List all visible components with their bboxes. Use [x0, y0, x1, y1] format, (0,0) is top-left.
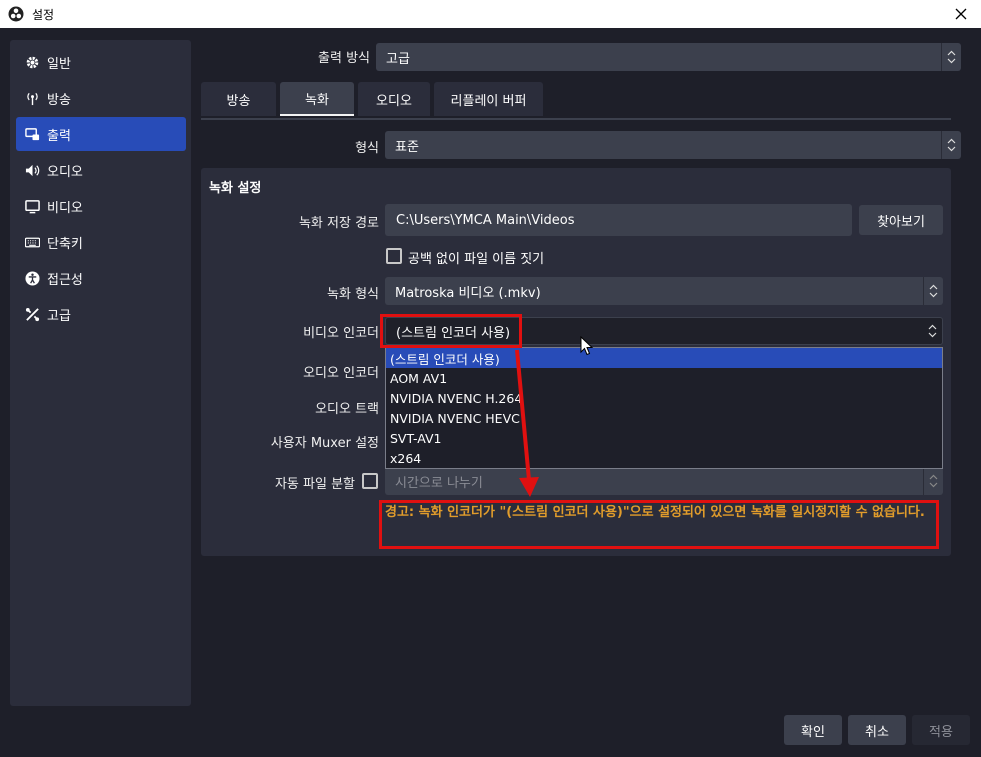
recording-format-combo[interactable]: Matroska 비디오 (.mkv) [385, 277, 943, 305]
tab-divider [201, 118, 951, 120]
updown-arrows-icon [922, 318, 942, 344]
window-title: 설정 [32, 7, 55, 22]
recording-path-input[interactable]: C:\Users\YMCA Main\Videos [385, 204, 852, 236]
title-bar: 설정 [0, 0, 981, 28]
sidebar-item-label: 접근성 [47, 272, 83, 288]
monitor-icon [25, 199, 40, 213]
mouse-cursor-icon [580, 336, 594, 356]
auto-split-checkbox[interactable] [362, 473, 378, 489]
updown-arrows-icon [941, 43, 961, 71]
sidebar-item-label: 오디오 [47, 164, 83, 180]
sidebar-item-accessibility[interactable]: 접근성 [16, 261, 186, 295]
ok-button[interactable]: 확인 [784, 715, 842, 745]
sidebar-item-video[interactable]: 비디오 [16, 189, 186, 223]
sidebar-item-general[interactable]: 일반 [16, 45, 186, 79]
keyboard-icon [25, 237, 40, 247]
close-icon[interactable] [951, 4, 971, 24]
updown-arrows-icon [923, 277, 943, 305]
output-icon [25, 127, 40, 140]
dropdown-option[interactable]: SVT-AV1 [386, 428, 942, 448]
sidebar-item-label: 고급 [47, 308, 71, 324]
type-label: 형식 [355, 141, 379, 156]
sidebar-item-hotkeys[interactable]: 단축키 [16, 225, 186, 259]
tab-stream[interactable]: 방송 [201, 82, 276, 116]
output-mode-combo[interactable]: 고급 [376, 43, 961, 71]
audio-track-label: 오디오 트랙 [315, 402, 379, 417]
type-value: 표준 [395, 139, 419, 155]
tab-recording[interactable]: 녹화 [280, 82, 354, 116]
dropdown-option[interactable]: AOM AV1 [386, 368, 942, 388]
sidebar-item-label: 출력 [47, 128, 71, 144]
auto-split-label: 자동 파일 분할 [274, 477, 355, 492]
dropdown-option[interactable]: NVIDIA NVENC HEVC [386, 408, 942, 428]
video-encoder-label: 비디오 인코더 [303, 326, 379, 341]
custom-muxer-label: 사용자 Muxer 설정 [270, 436, 379, 451]
dropdown-option[interactable]: x264 [386, 448, 942, 468]
sidebar-item-stream[interactable]: 방송 [16, 81, 186, 115]
sidebar-item-audio[interactable]: 오디오 [16, 153, 186, 187]
output-tabs: 방송 녹화 오디오 리플레이 버퍼 [201, 82, 547, 116]
updown-arrows-icon [923, 467, 943, 495]
tab-audio[interactable]: 오디오 [358, 82, 430, 116]
output-mode-value: 고급 [386, 51, 410, 67]
cancel-button[interactable]: 취소 [848, 715, 906, 745]
gear-icon [26, 56, 39, 68]
recording-format-label: 녹화 형식 [327, 287, 379, 302]
sidebar-item-label: 비디오 [47, 200, 83, 216]
browse-button[interactable]: 찾아보기 [859, 205, 943, 235]
settings-sidebar: 일반 방송 출력 오디오 비디오 단축키 접근성 고급 [10, 40, 191, 706]
sidebar-item-label: 방송 [47, 92, 71, 108]
dropdown-option[interactable]: (스트림 인코더 사용) [386, 348, 942, 368]
annotation-box-encoder [380, 314, 522, 348]
video-encoder-dropdown: (스트림 인코더 사용) AOM AV1 NVIDIA NVENC H.264 … [385, 347, 943, 469]
split-mode-combo[interactable]: 시간으로 나누기 [385, 467, 943, 495]
annotation-box-warning [379, 500, 939, 549]
type-combo[interactable]: 표준 [385, 131, 961, 159]
recording-path-label: 녹화 저장 경로 [298, 216, 379, 231]
sidebar-item-label: 단축키 [47, 236, 83, 252]
split-mode-value: 시간으로 나누기 [395, 475, 483, 491]
broadcast-icon [27, 92, 38, 105]
audio-encoder-label: 오디오 인코더 [303, 366, 379, 381]
speaker-icon [25, 164, 40, 176]
sidebar-item-advanced[interactable]: 고급 [16, 297, 186, 331]
apply-button[interactable]: 적용 [912, 715, 970, 745]
tab-replay-buffer[interactable]: 리플레이 버퍼 [434, 82, 543, 116]
recording-settings-title: 녹화 설정 [209, 181, 262, 196]
sidebar-item-label: 일반 [47, 56, 71, 72]
obs-logo-icon [8, 6, 24, 22]
updown-arrows-icon [941, 131, 961, 159]
accessibility-icon [25, 270, 40, 286]
sidebar-item-output[interactable]: 출력 [16, 117, 186, 151]
output-mode-label: 출력 방식 [318, 51, 370, 66]
dropdown-option[interactable]: NVIDIA NVENC H.264 [386, 388, 942, 408]
tools-icon [25, 307, 40, 321]
recording-format-value: Matroska 비디오 (.mkv) [395, 285, 541, 301]
no-space-filename-checkbox[interactable] [386, 248, 402, 264]
no-space-filename-label: 공백 없이 파일 이름 짓기 [408, 252, 545, 267]
